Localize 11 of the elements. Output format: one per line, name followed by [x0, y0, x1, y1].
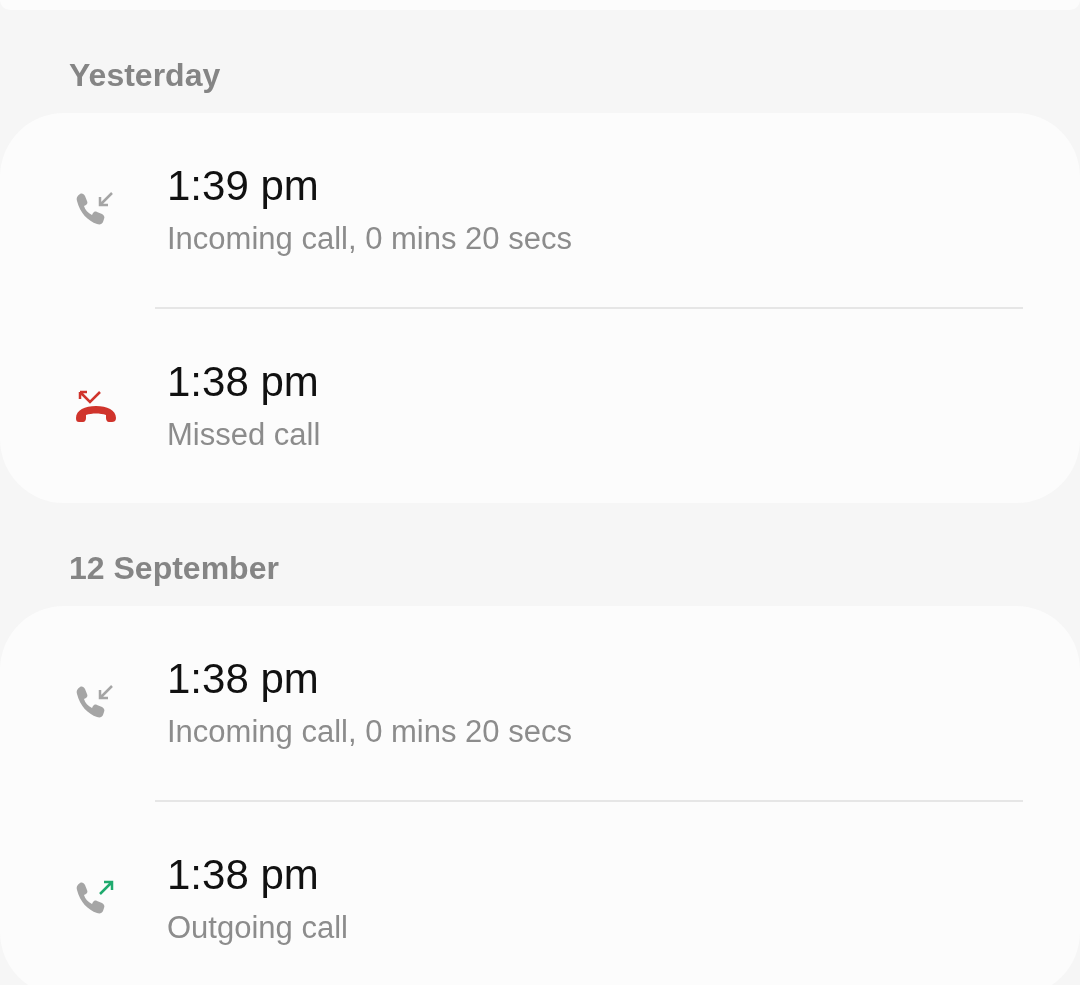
call-time: 1:38 pm	[167, 358, 320, 406]
missed-call-icon	[74, 388, 118, 424]
call-time: 1:38 pm	[167, 655, 320, 703]
date-heading: Yesterday	[69, 57, 221, 93]
call-detail: Outgoing call	[167, 909, 348, 947]
date-heading: 12 September	[69, 550, 279, 586]
call-detail: Incoming call, 0 mins 20 secs	[167, 713, 572, 751]
call-time: 1:39 pm	[167, 162, 320, 210]
call-time: 1:38 pm	[167, 851, 320, 899]
call-detail: Incoming call, 0 mins 20 secs	[167, 220, 572, 258]
call-detail: Missed call	[167, 416, 321, 454]
